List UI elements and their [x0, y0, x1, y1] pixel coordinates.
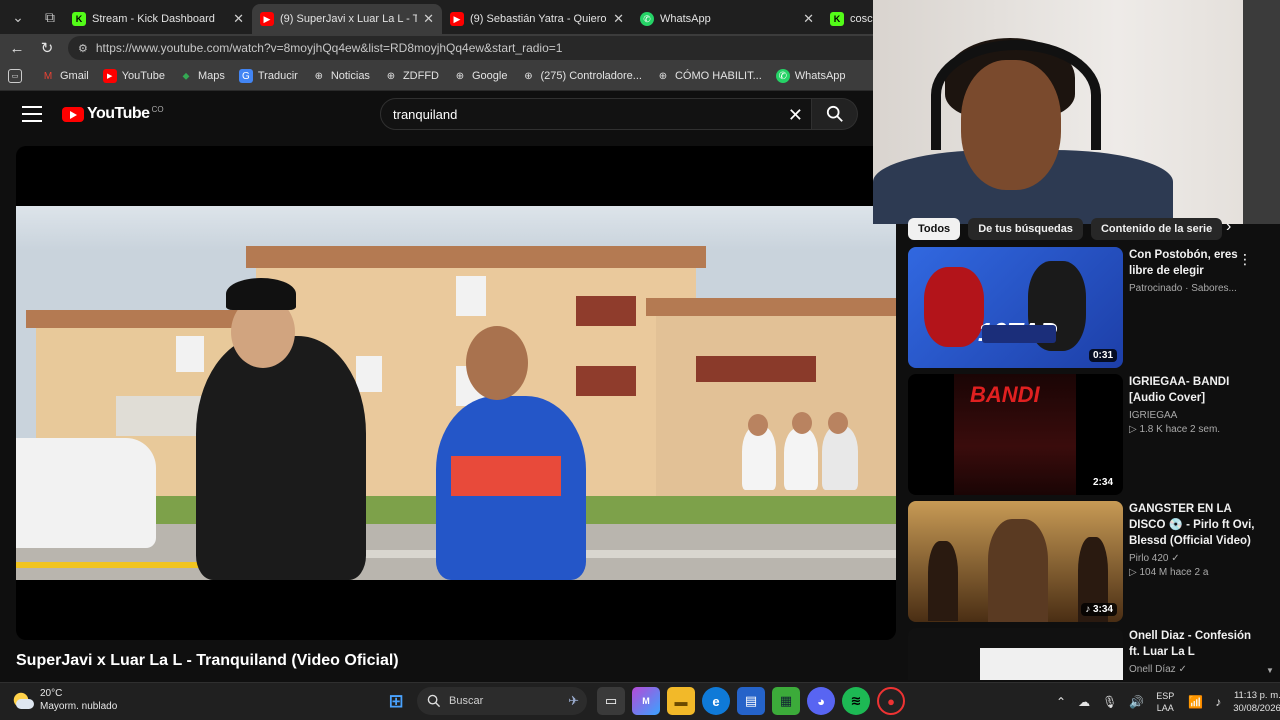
bookmark-zdffd[interactable]: ⊕ ZDFFD — [384, 69, 439, 83]
close-icon[interactable]: ✕ — [233, 11, 244, 27]
recommendation-card[interactable]: Onell Diaz - Confesión ft. Luar La L One… — [908, 628, 1268, 680]
chevron-up-icon[interactable]: ⌃ — [1056, 695, 1066, 709]
search-icon — [826, 105, 843, 122]
edge-icon[interactable]: e — [702, 687, 730, 715]
task-view-icon[interactable]: ▭ — [597, 687, 625, 715]
recommendation-card[interactable]: BANDI 2:34 IGRIEGAA- BANDI [Audio Cover]… — [908, 374, 1268, 496]
globe-icon: ⊕ — [455, 70, 465, 82]
youtube-icon: ▶ — [102, 69, 117, 83]
discord-icon[interactable]: ◕ — [807, 687, 835, 715]
scroll-down-arrow-icon[interactable]: ▼ — [1266, 666, 1274, 675]
url-bar[interactable]: ⚙ https://www.youtube.com/watch?v=8moyjh… — [68, 36, 888, 60]
search-input[interactable]: tranquiland ✕ — [380, 98, 812, 130]
m365-copilot-icon[interactable]: M — [632, 687, 660, 715]
youtube-icon: ▶ — [260, 12, 274, 26]
chevron-right-icon[interactable]: › — [1226, 218, 1231, 236]
workspaces-icon[interactable]: ⧉ — [36, 3, 64, 31]
video-player[interactable] — [16, 146, 896, 640]
tab-youtube-yatra[interactable]: ▶ (9) Sebastián Yatra - Quiero Decirte ✕ — [442, 4, 632, 34]
onedrive-icon[interactable]: ☁ — [1078, 695, 1090, 709]
bookmark-youtube[interactable]: ▶ YouTube — [102, 69, 165, 83]
reload-icon[interactable]: ↻ — [34, 35, 60, 61]
bookmark-controladores[interactable]: ⊕ (275) Controladore... — [521, 69, 642, 83]
video-thumbnail[interactable]: BANDI 2:34 — [908, 374, 1123, 495]
globe-icon: ⊕ — [314, 70, 323, 82]
clock[interactable]: 11:13 p. m. 30/08/2026 — [1233, 689, 1280, 715]
speaker-icon[interactable]: ♪ — [1215, 695, 1221, 709]
bookmark-traducir[interactable]: G Traducir — [238, 69, 298, 83]
bookmark-como-habilitar[interactable]: ⊕ CÓMO HABILIT... — [656, 69, 762, 83]
video-thumbnail[interactable]: 10TAP 0:31 — [908, 247, 1123, 368]
video-thumbnail[interactable]: ♪ 3:34 — [908, 501, 1123, 622]
bookmark-whatsapp[interactable]: ✆ WhatsApp — [775, 69, 846, 83]
video-thumbnail[interactable] — [908, 628, 1123, 680]
whatsapp-icon: ✆ — [775, 69, 790, 83]
url-text: https://www.youtube.com/watch?v=8moyjhQq… — [95, 41, 563, 55]
weather-widget[interactable]: 20°C Mayorm. nublado — [10, 687, 117, 713]
chip-contenido-serie[interactable]: Contenido de la serie — [1090, 218, 1223, 240]
youtube-logo[interactable]: YouTube CO — [62, 105, 164, 123]
system-tray: ⌃ ☁ 🎙 🔊 ESP LAA 📶 ♪ 11:13 p. m. 30/08/20… — [1056, 687, 1280, 717]
volume-icon[interactable]: 🔊 — [1129, 695, 1144, 709]
file-explorer-icon[interactable]: ▬ — [667, 687, 695, 715]
headphones-icon — [931, 40, 1101, 150]
clear-search-icon[interactable]: ✕ — [788, 105, 803, 126]
close-icon[interactable]: ✕ — [803, 11, 814, 27]
whatsapp-icon: ✆ — [640, 12, 654, 26]
kick-icon: K — [830, 12, 844, 26]
windows-taskbar: 20°C Mayorm. nublado ⊞ Buscar ✈ ▭ M ▬ e … — [0, 682, 1280, 720]
bookmark-google[interactable]: ⊕ Google — [453, 69, 508, 83]
youtube-icon: ▶ — [450, 12, 464, 26]
bookmark-noticias[interactable]: ⊕ Noticias — [312, 69, 370, 83]
tab-youtube-tranquiland[interactable]: ▶ (9) SuperJavi x Luar La L - Tranquilan… — [252, 4, 442, 34]
region-code: CO — [151, 104, 164, 114]
chip-de-tus-busquedas[interactable]: De tus búsquedas — [968, 218, 1083, 240]
hamburger-menu-icon[interactable] — [22, 106, 42, 122]
bookmarks-menu-icon[interactable]: ▭ — [8, 69, 27, 83]
chrome-icon[interactable]: ● — [877, 687, 905, 715]
gmail-icon: M — [43, 70, 53, 82]
close-icon[interactable]: ✕ — [613, 11, 624, 27]
search-highlight-icon: ✈ — [568, 693, 579, 708]
recommendation-card[interactable]: ♪ 3:34 GANGSTER EN LA DISCO 💿 - Pirlo ft… — [908, 501, 1268, 623]
recommendation-card[interactable]: 10TAP 0:31 Con Postobón, eres libre de e… — [908, 247, 1268, 369]
microsoft-store-icon[interactable]: ▤ — [737, 687, 765, 715]
chip-todos[interactable]: Todos — [908, 218, 961, 240]
site-info-icon[interactable]: ⚙ — [78, 42, 88, 55]
partly-cloudy-icon — [10, 689, 34, 711]
back-arrow-icon[interactable]: ← — [4, 35, 30, 61]
taskbar-search-input[interactable]: Buscar ✈ — [417, 687, 587, 715]
input-language[interactable]: ESP LAA — [1156, 690, 1174, 714]
search-button[interactable] — [812, 98, 858, 130]
close-icon[interactable]: ✕ — [423, 11, 434, 27]
maps-icon: ⬥ — [182, 70, 190, 82]
webcam-overlay — [873, 0, 1280, 224]
kick-icon: K — [72, 12, 86, 26]
globe-icon: ⊕ — [524, 70, 533, 82]
bookmark-maps[interactable]: ⬥ Maps — [179, 69, 224, 83]
windows-start-icon[interactable]: ⊞ — [382, 687, 410, 715]
globe-icon: ⊕ — [658, 70, 668, 82]
microphone-icon[interactable]: 🎙 — [1102, 695, 1117, 709]
more-options-icon[interactable]: ⋮ — [1238, 251, 1252, 268]
translate-icon: G — [238, 69, 253, 83]
tab-whatsapp[interactable]: ✆ WhatsApp ✕ — [632, 4, 822, 34]
search-icon — [427, 694, 441, 708]
tab-search-dropdown-icon[interactable]: ⌄ — [4, 3, 32, 31]
bookmark-gmail[interactable]: M Gmail — [41, 69, 89, 83]
spotify-icon[interactable]: ≋ — [842, 687, 870, 715]
globe-icon: ⊕ — [386, 70, 396, 82]
video-frame — [16, 206, 896, 580]
youtube-play-icon — [62, 106, 84, 122]
tab-kick-dashboard[interactable]: K Stream - Kick Dashboard ✕ — [64, 4, 252, 34]
minecraft-icon[interactable]: ▦ — [772, 687, 800, 715]
wifi-icon[interactable]: 📶 — [1188, 695, 1203, 709]
filter-chips: Todos De tus búsquedas Contenido de la s… — [908, 218, 1248, 240]
video-title: SuperJavi x Luar La L - Tranquiland (Vid… — [16, 652, 399, 669]
